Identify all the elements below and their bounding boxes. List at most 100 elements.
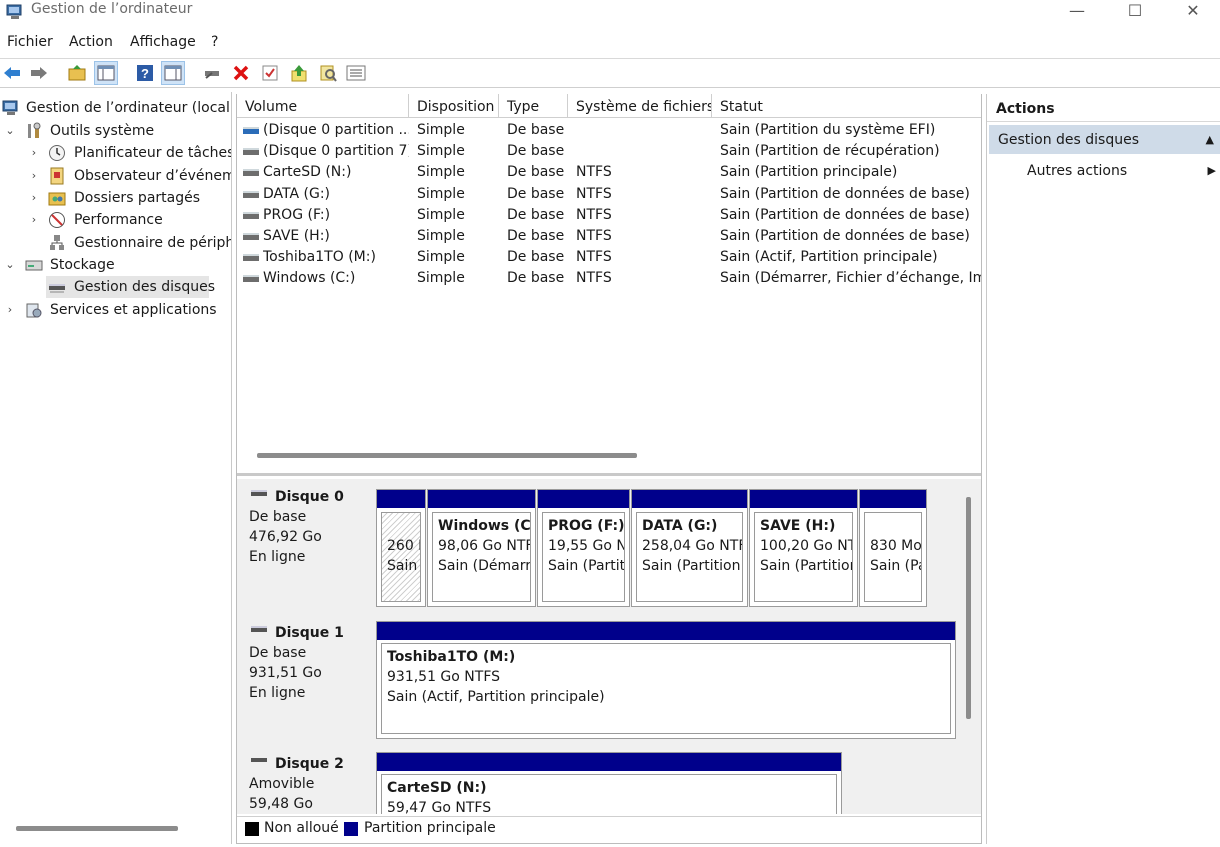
delete-icon[interactable]	[229, 61, 253, 85]
tree-label-disk-management: Gestion des disques	[74, 279, 216, 295]
menu-bar: Fichier Action Affichage ?	[0, 30, 1220, 56]
disk-0-label[interactable]: Disque 0 De base 476,92 Go En ligne	[237, 479, 373, 613]
tree-item-storage[interactable]: ⌄ Stockage	[0, 254, 231, 276]
chevron-down-icon[interactable]: ⌄	[4, 254, 16, 276]
column-header-filesystem[interactable]: Système de fichiers	[568, 94, 712, 118]
tree-item-device-manager[interactable]: Gestionnaire de périphé	[0, 232, 232, 254]
partition-data-title: DATA (G:)	[642, 518, 718, 534]
tree-item-performance[interactable]: › Performance	[0, 209, 231, 231]
close-button[interactable]: ✕	[1164, 0, 1220, 28]
tree-label-device-manager: Gestionnaire de périphé	[74, 235, 232, 251]
table-row[interactable]: PROG (F:) Simple De base NTFS Sain (Partitio…	[237, 205, 981, 226]
tree-item-system-tools[interactable]: ⌄ Outils système	[0, 120, 231, 142]
drive-icon	[243, 211, 259, 219]
export-icon[interactable]	[287, 61, 311, 85]
tree-label-root: Gestion de l’ordinateur (local)	[26, 100, 232, 116]
volume-status: Sain (Partition de données de base)	[720, 228, 970, 244]
disk-0-size: 476,92 Go	[249, 529, 322, 545]
column-header-disposition[interactable]: Disposition	[409, 94, 499, 118]
table-row[interactable]: (Disque 0 partition 7) Simple De base Sain …	[237, 141, 981, 162]
menu-action[interactable]: Action	[69, 34, 113, 50]
partition-efi[interactable]: 260 M Sain	[376, 489, 426, 607]
volume-list: Volume Disposition Type Système de fichi…	[237, 94, 981, 476]
tree-item-disk-management[interactable]: Gestion des disques	[46, 276, 215, 298]
computer-icon	[2, 100, 18, 115]
partition-cartesd-size: 59,47 Go NTFS	[387, 800, 492, 814]
partition-bar	[377, 490, 425, 508]
partition-save[interactable]: SAVE (H:) 100,20 Go NT Sain (Partition	[749, 489, 858, 607]
partition-toshiba[interactable]: Toshiba1TO (M:) 931,51 Go NTFS Sain (Act…	[376, 621, 956, 739]
disk-1-label[interactable]: Disque 1 De base 931,51 Go En ligne	[237, 615, 373, 743]
chevron-right-icon[interactable]: ›	[28, 142, 40, 164]
column-header-volume[interactable]: Volume	[237, 94, 409, 118]
table-row[interactable]: Toshiba1TO (M:) Simple De base NTFS Sain (Ac…	[237, 247, 981, 268]
partition-save-box: SAVE (H:) 100,20 Go NT Sain (Partition	[754, 512, 853, 602]
chevron-right-icon[interactable]: ›	[28, 187, 40, 209]
tree-item-shared-folders[interactable]: › Dossiers partagés	[0, 187, 231, 209]
volume-filesystem: NTFS	[576, 249, 612, 266]
partition-cartesd[interactable]: CarteSD (N:) 59,47 Go NTFS	[376, 752, 842, 814]
volume-layout: Simple	[417, 164, 465, 181]
tree-label-services: Services et applications	[50, 302, 217, 318]
tree-label-storage: Stockage	[50, 257, 115, 273]
disk-2-label[interactable]: Disque 2 Amovible 59,48 Go	[237, 746, 373, 814]
partition-efi-box: 260 M Sain	[381, 512, 421, 602]
table-row[interactable]: CarteSD (N:) Simple De base NTFS Sain (Parti…	[237, 162, 981, 183]
menu-fichier[interactable]: Fichier	[7, 34, 53, 50]
menu-affichage[interactable]: Affichage	[130, 34, 196, 50]
connect-drive-icon[interactable]	[200, 61, 224, 85]
minimize-button[interactable]: —	[1048, 0, 1106, 28]
list-view-icon[interactable]	[344, 61, 368, 85]
volume-name: CarteSD (N:)	[263, 164, 352, 181]
menu-help[interactable]: ?	[211, 34, 218, 50]
volume-type: De base	[507, 122, 565, 138]
partition-data-box: DATA (G:) 258,04 Go NTF Sain (Partition …	[636, 512, 743, 602]
actions-section-disk-management[interactable]: Gestion des disques ▲	[989, 125, 1220, 154]
chevron-right-icon[interactable]: ›	[28, 165, 40, 187]
column-header-type[interactable]: Type	[499, 94, 568, 118]
chevron-right-icon[interactable]: ›	[28, 209, 40, 231]
partition-bar	[750, 490, 857, 508]
forward-arrow-icon[interactable]	[27, 61, 51, 85]
tree-label-system-tools: Outils système	[50, 123, 155, 139]
properties-pane-icon[interactable]	[161, 61, 185, 85]
drive-icon	[243, 233, 259, 240]
search-icon[interactable]	[316, 61, 340, 85]
volume-list-horizontal-scrollbar[interactable]	[257, 453, 637, 458]
tree-item-task-scheduler[interactable]: › Planificateur de tâches	[0, 142, 231, 164]
partition-prog[interactable]: PROG (F:) 19,55 Go N Sain (Partiti	[537, 489, 630, 607]
drive-icon	[243, 254, 259, 262]
chevron-right-icon[interactable]: ›	[4, 299, 16, 321]
actions-section-label: Gestion des disques	[998, 132, 1140, 148]
action-more-label: Autres actions	[1027, 163, 1128, 179]
check-icon[interactable]	[258, 61, 282, 85]
table-row[interactable]: (Disque 0 partition ... Simple De base Sain…	[237, 120, 981, 141]
partition-bar	[377, 622, 955, 640]
removable-disk-icon	[251, 758, 267, 762]
partition-windows-status: Sain (Démarre	[438, 558, 531, 574]
table-row[interactable]: SAVE (H:) Simple De base NTFS Sain (Partitio…	[237, 226, 981, 247]
up-folder-icon[interactable]	[65, 61, 89, 85]
partition-toshiba-size: 931,51 Go NTFS	[387, 669, 501, 685]
partition-data[interactable]: DATA (G:) 258,04 Go NTF Sain (Partition …	[631, 489, 748, 607]
partition-save-status: Sain (Partition	[760, 558, 853, 574]
partition-prog-status: Sain (Partiti	[548, 558, 625, 574]
graphical-view-vertical-scrollbar[interactable]	[966, 497, 971, 719]
tree-item-services[interactable]: › Services et applications	[0, 299, 231, 321]
partition-windows[interactable]: Windows (C 98,06 Go NTF Sain (Démarre	[427, 489, 536, 607]
column-header-status[interactable]: Statut	[712, 94, 981, 118]
partition-recovery[interactable]: 830 Mo Sain (Pa	[859, 489, 927, 607]
table-row[interactable]: DATA (G:) Simple De base NTFS Sain (Partitio…	[237, 184, 981, 205]
action-more-actions[interactable]: Autres actions ▶	[1027, 159, 1220, 183]
maximize-button[interactable]: ☐	[1106, 0, 1164, 28]
partition-cartesd-box: CarteSD (N:) 59,47 Go NTFS	[381, 774, 837, 814]
tree-horizontal-scrollbar[interactable]	[16, 826, 178, 831]
collapse-up-icon[interactable]: ▲	[1206, 125, 1214, 155]
volume-layout: Simple	[417, 270, 465, 287]
show-tree-icon[interactable]	[94, 61, 118, 85]
table-row[interactable]: Windows (C:) Simple De base NTFS Sain (Démar…	[237, 268, 981, 289]
back-arrow-icon[interactable]	[0, 61, 24, 85]
tree-item-event-viewer[interactable]: › Observateur d’événeme	[0, 165, 231, 187]
chevron-down-icon[interactable]: ⌄	[4, 120, 16, 142]
help-icon[interactable]: ?	[133, 61, 157, 85]
